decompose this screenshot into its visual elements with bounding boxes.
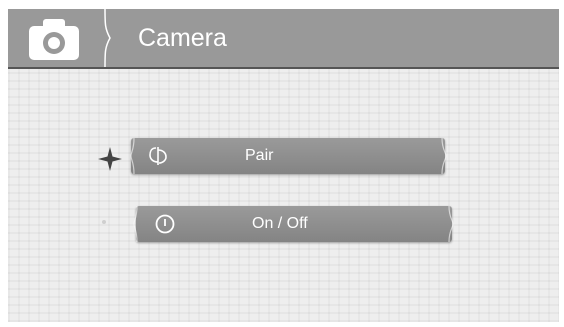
button-right-edge [448,206,454,242]
page-title: Camera [138,24,227,52]
power-icon [155,214,175,234]
camera-icon [29,19,79,60]
pair-label: Pair [245,147,274,164]
button-left-edge [130,138,135,174]
button-left-edge [133,206,138,242]
camera-settings-screen: Camera Pair On / Off [8,9,559,322]
button-right-edge [441,138,447,174]
on-off-label: On / Off [252,215,308,232]
on-off-button[interactable]: On / Off [133,206,454,242]
pair-icon [149,147,167,165]
header-divider [104,9,111,67]
row-indicator [102,220,106,224]
header-bar: Camera [8,9,559,69]
selection-star-icon [98,147,122,171]
pair-button[interactable]: Pair [130,138,447,174]
